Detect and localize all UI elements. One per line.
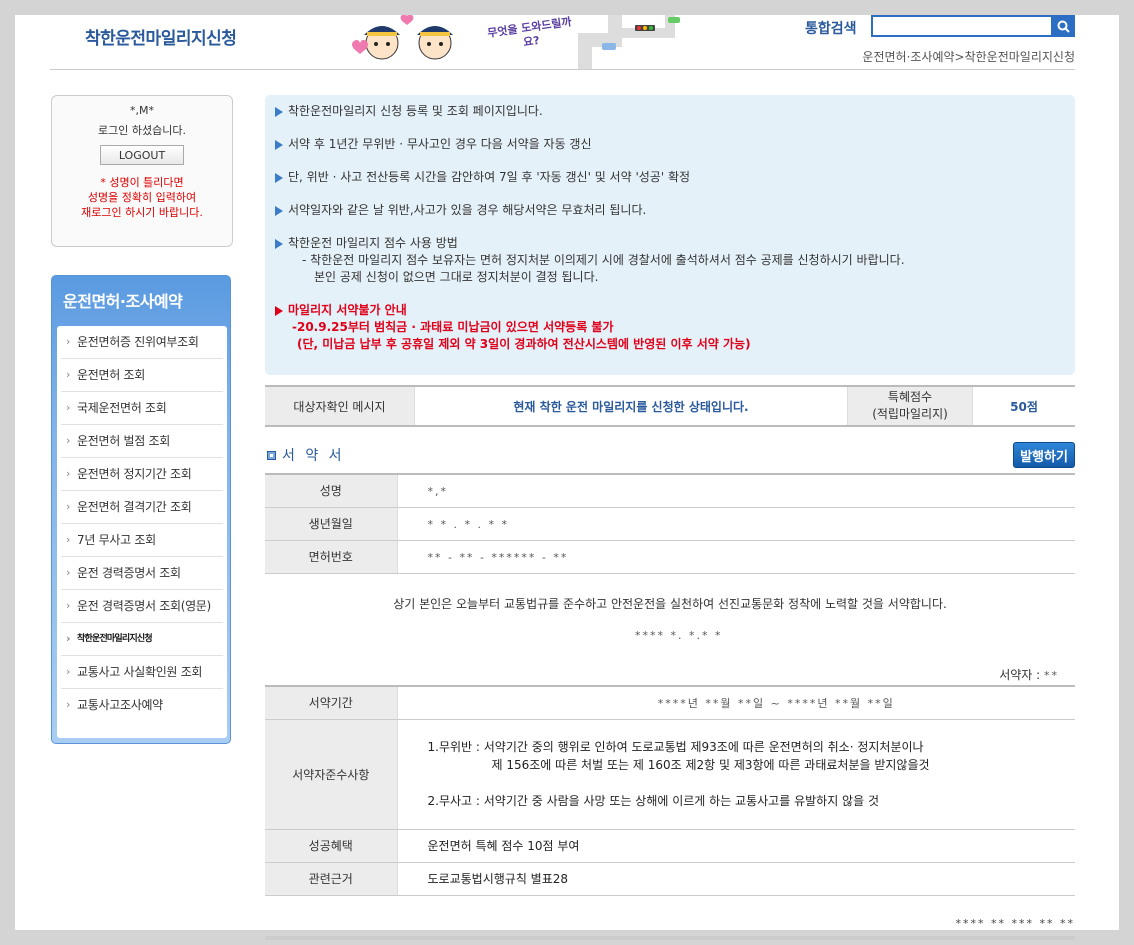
side-menu-title: 운전면허·조사예약 [63, 292, 183, 311]
pledge-date: **** *. *.* * [635, 629, 723, 642]
login-warning-line: 재로그인 하시기 바랍니다. [81, 206, 203, 219]
row-head: 면허번호 [265, 540, 398, 574]
login-warning: * 성명이 틀리다면 성명을 정확히 입력하여 재로그인 하시기 바랍니다. [52, 175, 232, 220]
login-warning-line: * 성명이 틀리다면 [100, 176, 184, 189]
pledge-table: 성명 *,* 생년월일 * * . * . * * 면허번호 ** - ** -… [265, 473, 1075, 574]
page: 착한운전마일리지신청 무엇을 도와드릴까요? 통합검색 운전면허·조사예약>착한… [15, 14, 1119, 940]
info-item: 서약 후 1년간 무위반 · 무사고인 경우 다음 서약을 자동 갱신 [275, 136, 1065, 153]
table-row: 서약자준수사항 1.무위반 : 서약기간 중의 행위로 인하여 도로교통법 제9… [265, 719, 1075, 830]
rule-line: 제 156조에 따른 처벌 또는 제 160조 제2항 및 제3항에 따른 과태… [491, 758, 930, 772]
side-menu-item[interactable]: 운전면허 결격기간 조회 [61, 491, 223, 524]
info-item: 단, 위반 · 사고 전산등록 시간을 감안하여 7일 후 '자동 갱신' 및 … [275, 169, 1065, 186]
table-row: 면허번호 ** - ** - ****** - ** [265, 540, 1075, 574]
bottom-divider [265, 936, 1075, 940]
row-value: ****년 **월 **일 ~ ****년 **월 **일 [397, 686, 1075, 720]
row-value: * * . * . * * [397, 507, 1075, 541]
search-label: 통합검색 [805, 21, 857, 37]
issue-button[interactable]: 발행하기 [1013, 442, 1075, 468]
pledger-label: 서약자 : [999, 668, 1041, 682]
info-item: 서약일자와 같은 날 위반,사고가 있을 경우 해당서약은 무효처리 됩니다. [275, 202, 1065, 219]
info-warning-text: (단, 미납금 납부 후 공휴일 제외 약 3일이 경과하여 전산시스템에 반영… [297, 337, 751, 351]
rule-line: 2.무사고 : 서약기간 중 사람을 사망 또는 상해에 이르게 하는 교통사고… [427, 794, 879, 808]
row-value: 운전면허 특혜 점수 10점 부여 [397, 829, 1075, 863]
side-menu-item[interactable]: 운전면허증 진위여부조회 [61, 326, 223, 359]
score-value: 50점 [1010, 399, 1038, 414]
row-value: 도로교통법시행규칙 별표28 [397, 862, 1075, 896]
masked-value: * * . * . * * [427, 517, 509, 531]
square-bullet-icon [267, 451, 276, 460]
login-message: 로그인 하셨습니다. [98, 124, 186, 137]
side-menu-item[interactable]: 국제운전면허 조회 [61, 392, 223, 425]
row-head: 성명 [265, 474, 398, 508]
side-menu-item[interactable]: 운전 경력증명서 조회 [61, 557, 223, 590]
side-menu: 운전면허·조사예약 운전면허증 진위여부조회 운전면허 조회 국제운전면허 조회… [51, 275, 231, 744]
masked-value: *,* [427, 484, 448, 498]
footer-text: **** ** *** ** ** [955, 917, 1075, 930]
info-item: 착한운전마일리지 신청 등록 및 조회 페이지입니다. [275, 103, 1065, 120]
period-value: ****년 **월 **일 ~ ****년 **월 **일 [657, 696, 895, 710]
info-item: 착한운전 마일리지 점수 사용 방법 [275, 235, 1065, 252]
info-subitem: - 착한운전 마일리지 점수 보유자는 면허 정지처분 이의제기 시에 경찰서에… [275, 252, 1065, 269]
logout-button[interactable]: LOGOUT [100, 145, 184, 165]
rule-line: 1.무위반 : 서약기간 중의 행위로 인하여 도로교통법 제93조에 따른 운… [427, 740, 924, 754]
table-row: 생년월일 * * . * . * * [265, 507, 1075, 541]
pledge-text: 상기 본인은 오늘부터 교통법규를 준수하고 안전운전을 실천하여 선진교통문화… [393, 597, 947, 611]
status-head: 대상자확인 메시지 [265, 387, 415, 425]
row-value: *,* [397, 474, 1075, 508]
row-head: 서약기간 [265, 686, 398, 720]
row-head: 관련근거 [265, 862, 398, 896]
row-value: ** - ** - ****** - ** [397, 540, 1075, 574]
side-menu-item[interactable]: 운전면허 정지기간 조회 [61, 458, 223, 491]
pledger: 서약자 : ** [999, 666, 1059, 683]
score-head-line: (적립마일리지) [872, 407, 948, 421]
status-table: 대상자확인 메시지 현재 착한 운전 마일리지를 신청한 상태입니다. 특혜점수… [265, 385, 1075, 427]
header-divider [50, 69, 1075, 70]
score-head-line: 특혜점수 [887, 390, 933, 404]
row-head: 생년월일 [265, 507, 398, 541]
masked-value: ** - ** - ****** - ** [427, 550, 569, 564]
side-menu-item[interactable]: 운전 경력증명서 조회(영문) [61, 590, 223, 623]
status-message: 현재 착한 운전 마일리지를 신청한 상태입니다. [415, 387, 848, 425]
side-menu-item[interactable]: 운전면허 조회 [61, 359, 223, 392]
info-box: 착한운전마일리지 신청 등록 및 조회 페이지입니다. 서약 후 1년간 무위반… [265, 95, 1075, 375]
side-menu-item-active[interactable]: 착한운전마일리지신청 [61, 623, 223, 656]
breadcrumb: 운전면허·조사예약>착한운전마일리지신청 [862, 50, 1075, 64]
side-menu-item[interactable]: 운전면허 벌점 조회 [61, 425, 223, 458]
info-subitem-text: - 착한운전 마일리지 점수 보유자는 면허 정지처분 이의제기 시에 경찰서에… [302, 253, 905, 267]
row-head: 서약자준수사항 [265, 719, 398, 830]
info-warning-text: -20.9.25부터 범칙금 · 과태료 미납금이 있으면 서약등록 불가 [292, 320, 614, 334]
pledge-section-title: 서 약 서 [267, 445, 345, 465]
pledger-value: ** [1044, 669, 1059, 682]
site-title: 착한운전마일리지신청 [85, 29, 237, 49]
row-value: 1.무위반 : 서약기간 중의 행위로 인하여 도로교통법 제93조에 따른 운… [397, 719, 1075, 830]
info-warning-sub: -20.9.25부터 범칙금 · 과태료 미납금이 있으면 서약등록 불가 [275, 319, 1065, 336]
table-row: 관련근거 도로교통법시행규칙 별표28 [265, 862, 1075, 896]
login-box: *,M* 로그인 하셨습니다. LOGOUT * 성명이 틀리다면 성명을 정확… [51, 95, 233, 247]
row-head: 성공혜택 [265, 829, 398, 863]
search-input[interactable] [871, 15, 1051, 37]
table-row: 서약기간 ****년 **월 **일 ~ ****년 **월 **일 [265, 686, 1075, 720]
banner-illustration: 무엇을 도와드릴까요? [340, 14, 700, 69]
side-menu-item[interactable]: 7년 무사고 조회 [61, 524, 223, 557]
search-icon [1057, 20, 1070, 33]
search-button[interactable] [1051, 15, 1075, 37]
side-menu-item[interactable]: 교통사고조사예약 [61, 689, 223, 722]
login-user-name: *,M* [130, 104, 154, 117]
info-warning: 마일리지 서약불가 안내 [275, 302, 1065, 319]
info-warning-sub: (단, 미납금 납부 후 공휴일 제외 약 3일이 경과하여 전산시스템에 반영… [275, 336, 1065, 353]
terms-table: 서약기간 ****년 **월 **일 ~ ****년 **월 **일 서약자준수… [265, 685, 1075, 896]
table-row: 성공혜택 운전면허 특혜 점수 10점 부여 [265, 829, 1075, 863]
login-warning-line: 성명을 정확히 입력하여 [87, 191, 197, 204]
table-row: 성명 *,* [265, 474, 1075, 508]
side-menu-list: 운전면허증 진위여부조회 운전면허 조회 국제운전면허 조회 운전면허 벌점 조… [57, 326, 227, 738]
score-head: 특혜점수 (적립마일리지) [848, 387, 973, 425]
info-subitem: 본인 공제 신청이 없으면 그대로 정지처분이 결정 됩니다. [275, 269, 1065, 286]
pledge-title: 서 약 서 [282, 448, 345, 464]
side-menu-item[interactable]: 교통사고 사실확인원 조회 [61, 656, 223, 689]
info-subitem-text: 본인 공제 신청이 없으면 그대로 정지처분이 결정 됩니다. [314, 270, 599, 284]
